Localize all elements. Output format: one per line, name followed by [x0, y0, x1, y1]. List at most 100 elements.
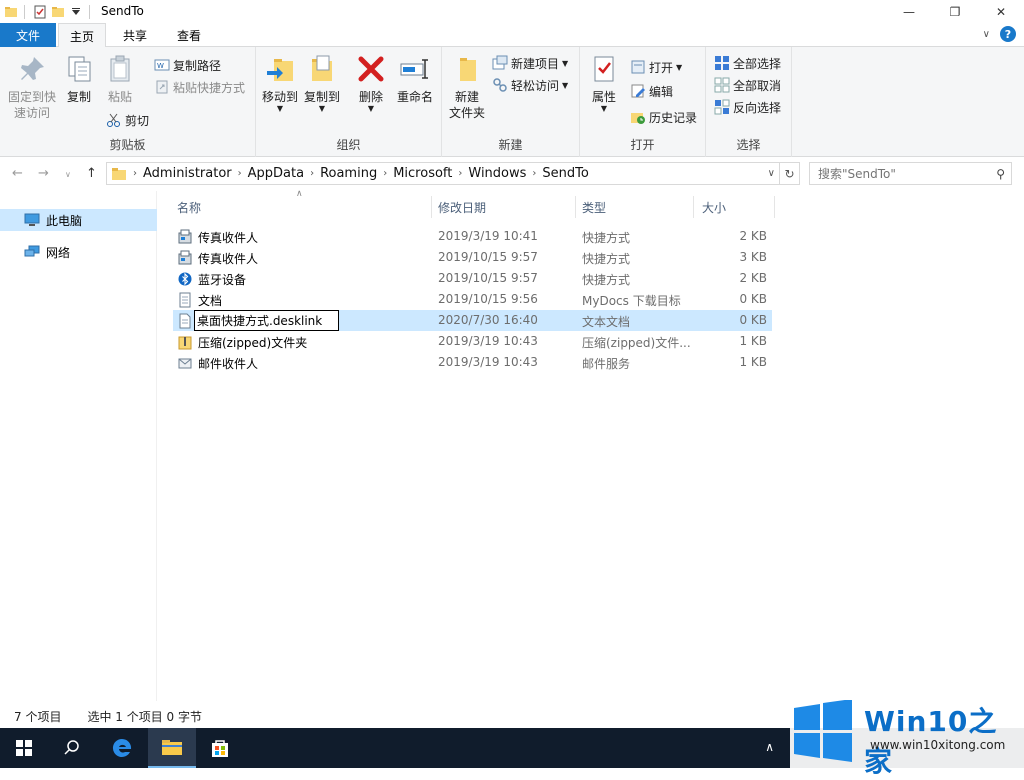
cut-button[interactable]: 剪切	[106, 110, 149, 130]
open-icon	[631, 60, 645, 74]
breadcrumb-appdata[interactable]: AppData	[242, 166, 310, 181]
maximize-button[interactable]: ❐	[932, 0, 978, 23]
select-all-button[interactable]: 全部选择	[714, 53, 781, 73]
copy-to-label: 复制到	[303, 90, 340, 104]
file-size: 1 KB	[739, 334, 767, 348]
minimize-button[interactable]: —	[886, 0, 932, 23]
file-row[interactable]: 蓝牙设备 2019/10/15 9:57 快捷方式 2 KB	[173, 268, 772, 289]
file-row[interactable]: 邮件收件人 2019/3/19 10:43 邮件服务 1 KB	[173, 352, 772, 373]
nav-item-network[interactable]: 网络	[0, 241, 157, 263]
pin-label-line1: 固定到快	[7, 90, 56, 104]
easy-access-button[interactable]: 轻松访问 ▼	[492, 75, 568, 95]
file-size: 3 KB	[739, 250, 767, 264]
file-name: 蓝牙设备	[198, 273, 247, 287]
tab-file[interactable]: 文件	[0, 23, 56, 47]
breadcrumb-roaming[interactable]: Roaming	[314, 166, 383, 181]
search-icon[interactable]: ⚲	[996, 167, 1005, 181]
up-arrow-icon[interactable]: ↑	[86, 166, 97, 181]
file-date: 2019/3/19 10:43	[438, 334, 538, 348]
folder-icon	[5, 6, 17, 17]
file-row[interactable]: 传真收件人 2019/3/19 10:41 快捷方式 2 KB	[173, 226, 772, 247]
chevron-down-icon: ▼	[276, 104, 284, 113]
chevron-down-icon: ▼	[318, 104, 326, 113]
column-header-size[interactable]: 大小	[696, 196, 775, 218]
file-size: 0 KB	[739, 313, 767, 327]
new-folder-button[interactable]: 新建 文件夹	[446, 53, 488, 121]
address-dropdown-chevron-icon[interactable]: ∨	[768, 168, 775, 179]
copy-path-button[interactable]: W 复制路径	[154, 55, 221, 75]
new-folder-icon[interactable]	[51, 5, 65, 19]
file-date: 2019/10/15 9:56	[438, 292, 538, 306]
invert-selection-icon	[714, 99, 730, 115]
tab-view[interactable]: 查看	[164, 23, 214, 48]
nav-item-this-pc[interactable]: 此电脑	[0, 209, 157, 231]
chevron-up-icon[interactable]: ∧	[765, 740, 774, 754]
document-icon	[179, 292, 191, 308]
help-icon[interactable]: ?	[1000, 26, 1016, 42]
refresh-icon[interactable]: ↻	[780, 162, 800, 185]
paste-shortcut-button[interactable]: 粘贴快捷方式	[154, 77, 245, 97]
address-bar[interactable]: › Administrator › AppData › Roaming › Mi…	[106, 162, 780, 185]
breadcrumb-windows[interactable]: Windows	[462, 166, 532, 181]
forward-arrow-icon[interactable]: →	[38, 166, 49, 181]
folder-icon	[162, 740, 182, 755]
tab-home[interactable]: 主页	[58, 23, 106, 48]
pin-to-quick-access-button[interactable]: 固定到快 速访问	[4, 53, 60, 121]
copy-label: 复制	[66, 90, 91, 104]
fax-icon	[178, 229, 192, 244]
start-button[interactable]	[0, 728, 48, 768]
tab-share[interactable]: 共享	[110, 23, 160, 48]
file-explorer-button[interactable]	[148, 728, 196, 768]
rename-input[interactable]	[194, 310, 339, 331]
paste-button[interactable]: 粘贴	[102, 53, 138, 105]
history-button[interactable]: 历史记录	[630, 107, 697, 127]
ribbon-tab-bar: 文件 主页 共享 查看 ∨ ?	[0, 23, 1024, 48]
delete-icon	[358, 56, 384, 82]
rename-button[interactable]: 重命名	[394, 53, 436, 105]
window-title: SendTo	[101, 4, 144, 18]
breadcrumb-sendto[interactable]: SendTo	[536, 166, 594, 181]
search-button[interactable]	[48, 728, 96, 768]
back-arrow-icon[interactable]: ←	[12, 166, 23, 181]
divider	[89, 4, 90, 19]
pin-label-line2: 速访问	[13, 106, 50, 120]
column-header-date[interactable]: 修改日期	[432, 196, 576, 218]
properties-icon[interactable]	[33, 5, 47, 19]
file-size: 1 KB	[739, 355, 767, 369]
properties-button[interactable]: 属性 ▼	[586, 53, 622, 113]
window-controls: — ❐ ✕	[886, 0, 1024, 23]
column-header-name[interactable]: 名称	[171, 196, 432, 218]
edge-icon	[112, 738, 132, 757]
copy-to-button[interactable]: 复制到 ▼	[302, 53, 342, 113]
new-item-button[interactable]: 新建项目 ▼	[492, 53, 568, 73]
scissors-icon	[107, 113, 120, 127]
column-header-type[interactable]: 类型	[576, 196, 694, 218]
store-button[interactable]	[196, 728, 244, 768]
open-group: 属性 ▼ 打开 ▼ 编辑 历史记录 打开	[580, 47, 706, 157]
copy-button[interactable]: 复制	[62, 53, 96, 105]
file-row[interactable]: 文档 2019/10/15 9:56 MyDocs 下载目标 0 KB	[173, 289, 772, 310]
file-row-selected[interactable]: 2020/7/30 16:40 文本文档 0 KB	[173, 310, 772, 331]
move-to-button[interactable]: 移动到 ▼	[260, 53, 300, 113]
recent-locations-chevron-icon[interactable]: ∨	[65, 170, 71, 179]
edge-browser-button[interactable]	[98, 728, 146, 768]
breadcrumb-microsoft[interactable]: Microsoft	[387, 166, 458, 181]
file-row[interactable]: 传真收件人 2019/10/15 9:57 快捷方式 3 KB	[173, 247, 772, 268]
invert-selection-button[interactable]: 反向选择	[714, 97, 781, 117]
history-label: 历史记录	[649, 110, 698, 125]
search-box[interactable]: ⚲	[809, 162, 1012, 185]
select-none-button[interactable]: 全部取消	[714, 75, 781, 95]
breadcrumb-administrator[interactable]: Administrator	[137, 166, 238, 181]
file-row[interactable]: 压缩(zipped)文件夹 2019/3/19 10:43 压缩(zipped)…	[173, 331, 772, 352]
open-button[interactable]: 打开 ▼	[630, 57, 682, 77]
edit-button[interactable]: 编辑	[630, 81, 673, 101]
divider	[24, 4, 25, 19]
search-input[interactable]	[818, 166, 983, 181]
chevron-down-icon[interactable]: ∨	[983, 29, 990, 40]
customize-dropdown-icon[interactable]	[69, 5, 83, 19]
close-button[interactable]: ✕	[978, 0, 1024, 23]
mail-icon	[178, 358, 192, 369]
history-icon	[631, 113, 645, 124]
cut-label: 剪切	[125, 113, 150, 128]
delete-button[interactable]: 删除 ▼	[354, 53, 388, 113]
